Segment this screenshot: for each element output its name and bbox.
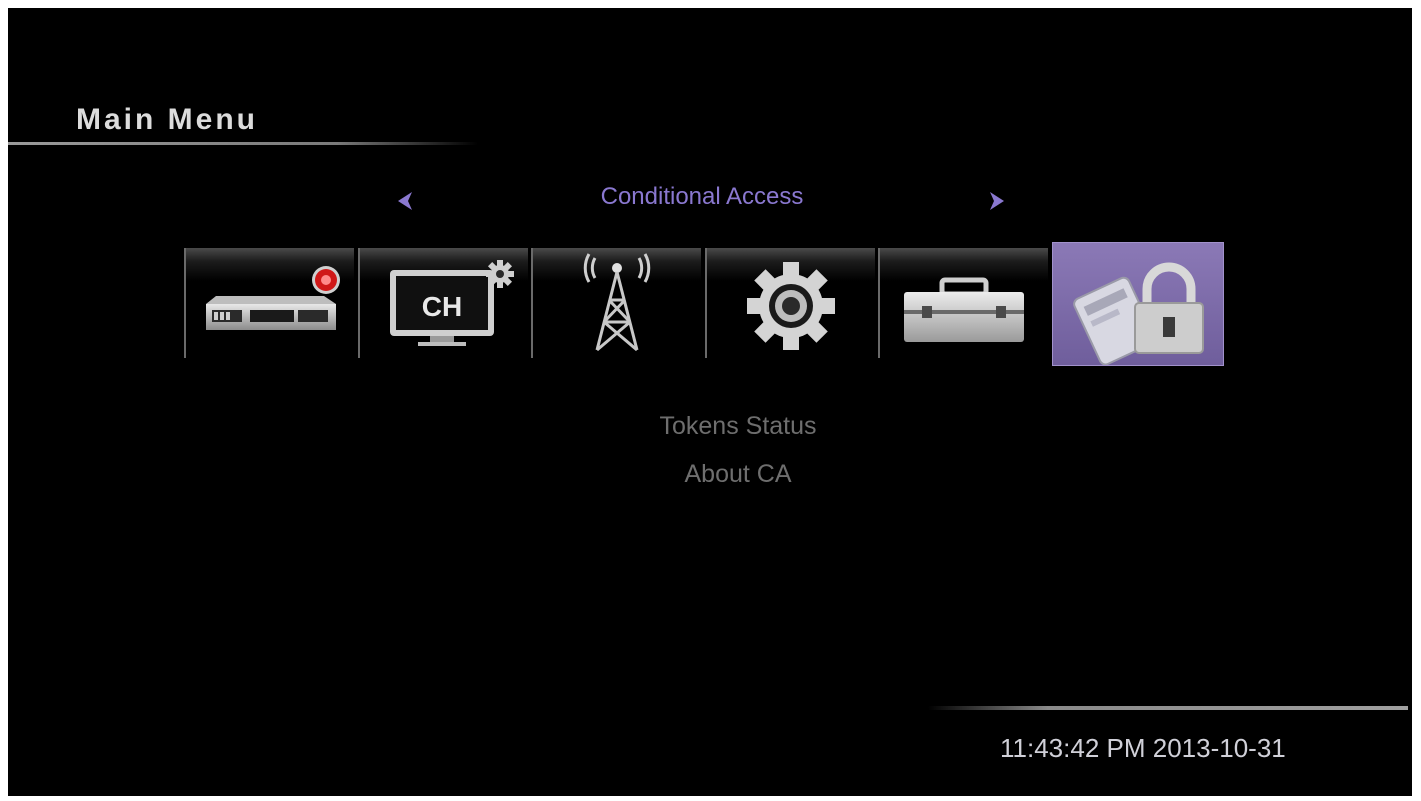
chevron-right-icon[interactable]: [986, 186, 1010, 216]
menu-tile-conditional-access[interactable]: [1052, 242, 1224, 366]
title-divider: [8, 142, 478, 145]
menu-tile-system-settings[interactable]: [705, 248, 875, 358]
main-menu-screen: Main Menu Conditional Access CH Tokens S…: [8, 8, 1412, 796]
set-top-box-icon: [206, 266, 340, 330]
gear-icon: [747, 262, 835, 350]
clock: 11:43:42 PM 2013-10-31: [1000, 733, 1286, 764]
clock-date: 2013-10-31: [1152, 733, 1286, 763]
tv-label: CH: [422, 291, 462, 322]
toolbox-icon: [904, 277, 1024, 342]
footer-divider: [928, 706, 1408, 710]
menu-tile-network[interactable]: [531, 248, 701, 358]
menu-tile-channel[interactable]: CH: [358, 248, 528, 358]
chevron-left-icon[interactable]: [392, 186, 416, 216]
submenu-item-tokens-status[interactable]: Tokens Status: [568, 412, 908, 441]
page-title: Main Menu: [76, 103, 258, 136]
clock-time: 11:43:42 PM: [1000, 733, 1146, 763]
channel-settings-icon: CH: [390, 260, 514, 346]
menu-tile-tools[interactable]: [878, 248, 1048, 358]
category-title: Conditional Access: [600, 183, 804, 210]
card-lock-icon: [1073, 262, 1204, 365]
antenna-tower-icon: [583, 253, 651, 352]
submenu-item-about-ca[interactable]: About CA: [568, 460, 908, 489]
menu-tile-installation[interactable]: [184, 248, 354, 358]
